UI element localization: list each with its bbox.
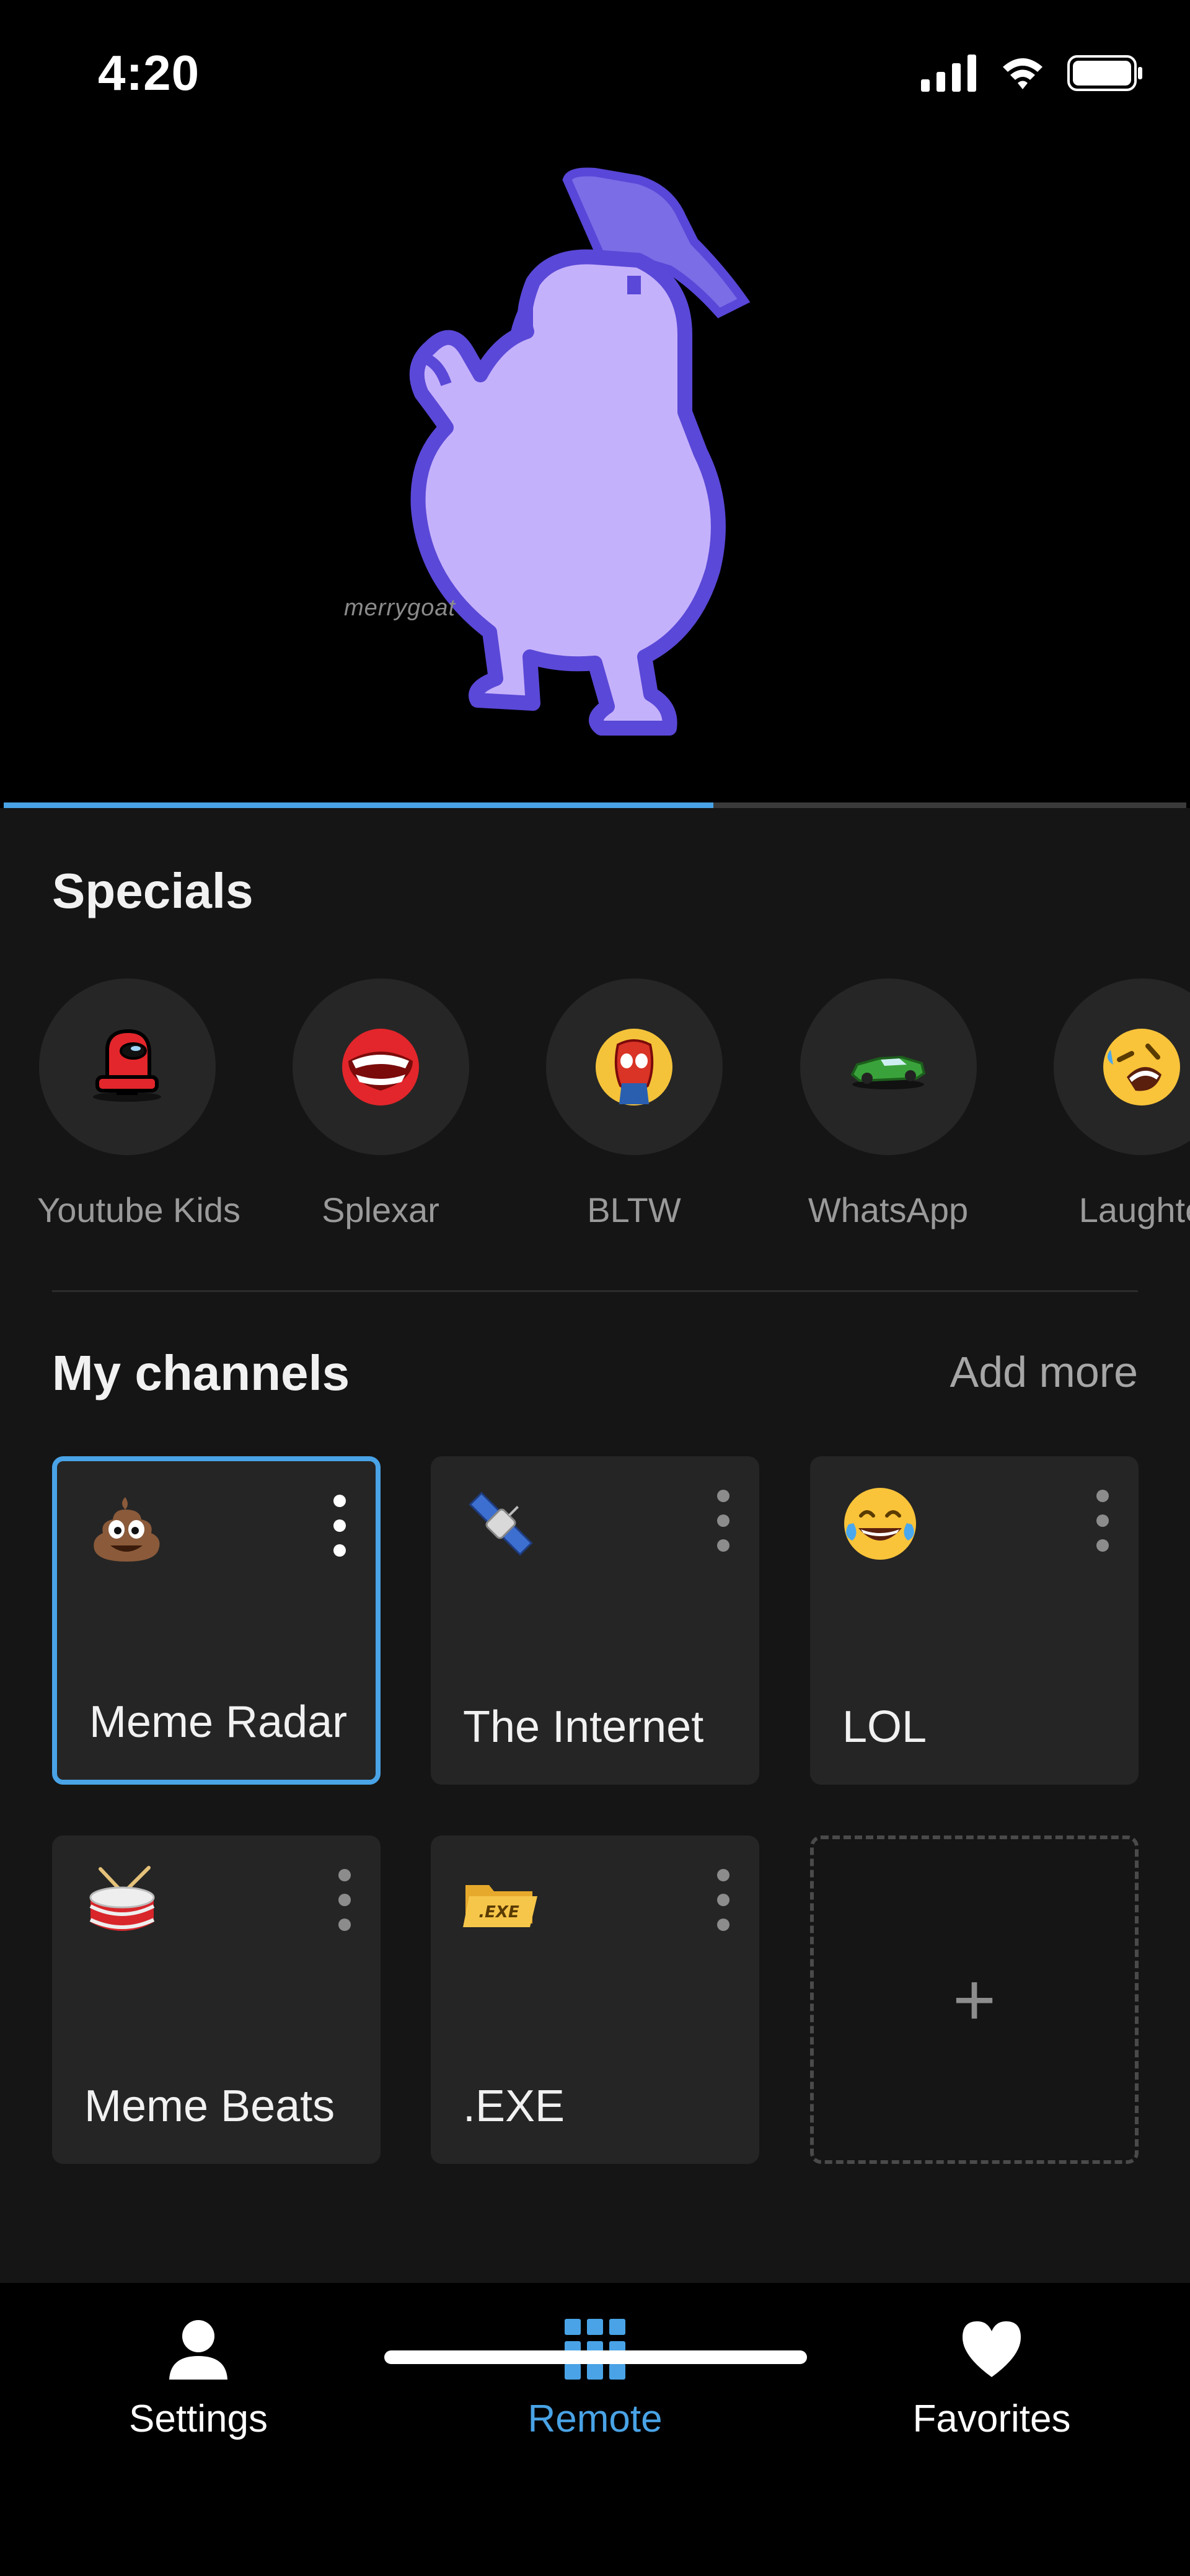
specials-title: Specials: [52, 863, 253, 918]
more-options-icon[interactable]: [333, 1495, 346, 1557]
duck-animation: [347, 161, 781, 756]
channel-card-the-internet[interactable]: The Internet: [431, 1456, 759, 1785]
mouth-teeth-icon: [342, 1028, 419, 1106]
status-time: 4:20: [98, 45, 200, 100]
app-root: 4:20 merrygoat Specials Youtube Kids Spl…: [0, 0, 1190, 2576]
heart-icon: [963, 2321, 1021, 2377]
channel-name: The Internet: [463, 1702, 704, 1752]
channel-name: Meme Radar: [89, 1697, 348, 1747]
special-bubble: [38, 978, 216, 1155]
exe-folder-icon: .EXE: [463, 1885, 537, 1927]
special-item-whatsapp[interactable]: WhatsApp: [798, 978, 978, 1230]
special-label: WhatsApp: [808, 1190, 969, 1229]
special-label: Youtube Kids: [37, 1190, 240, 1229]
channel-name: LOL: [842, 1702, 927, 1752]
more-options-icon[interactable]: [1096, 1490, 1109, 1552]
video-player[interactable]: 4:20 merrygoat: [0, 0, 1190, 802]
plus-icon: +: [952, 1958, 997, 2041]
crewmate-icon: [93, 1029, 161, 1102]
status-icons: [921, 55, 1144, 92]
my-channels-title: My channels: [52, 1345, 350, 1400]
section-divider: [52, 1290, 1138, 1292]
satellite-emoji-icon: [469, 1492, 533, 1556]
channel-card-lol[interactable]: LOL: [810, 1456, 1139, 1785]
special-label: Laughte: [1078, 1190, 1190, 1229]
poop-emoji-icon: [94, 1497, 160, 1562]
special-label: Splexar: [322, 1190, 439, 1229]
channel-name: Meme Beats: [84, 2081, 335, 2131]
special-label: BLTW: [587, 1190, 681, 1229]
person-icon: [169, 2320, 227, 2380]
wifi-icon: [1003, 58, 1042, 89]
add-channel-button[interactable]: +: [810, 1835, 1139, 2164]
home-indicator[interactable]: [384, 2350, 807, 2364]
tab-label: Settings: [128, 2398, 268, 2440]
tab-remote[interactable]: Remote: [465, 2315, 725, 2441]
special-item-bltw[interactable]: BLTW: [544, 978, 724, 1230]
tab-settings[interactable]: Settings: [68, 2315, 328, 2441]
content-panel: Specials Youtube Kids Splexar BLTW Whats…: [0, 808, 1190, 2283]
channel-name: .EXE: [463, 2081, 565, 2131]
channel-card-exe[interactable]: .EXE .EXE: [431, 1835, 759, 2164]
more-options-icon[interactable]: [338, 1869, 351, 1931]
special-item-youtube-kids[interactable]: Youtube Kids: [37, 978, 240, 1230]
more-options-icon[interactable]: [717, 1869, 729, 1931]
special-item-splexar[interactable]: Splexar: [291, 978, 470, 1230]
bottom-tab-bar: Settings Remote Favorites: [0, 2283, 1190, 2576]
special-bubble: [292, 978, 469, 1155]
add-more-link[interactable]: Add more: [950, 1347, 1138, 1397]
watermark: merrygoat: [344, 595, 456, 621]
spider-face-icon: [596, 1028, 672, 1106]
rolling-laugh-emoji-icon: [1103, 1028, 1180, 1106]
grid-icon: [565, 2319, 625, 2380]
channel-card-meme-beats[interactable]: Meme Beats: [52, 1835, 381, 2164]
tab-favorites[interactable]: Favorites: [862, 2315, 1122, 2441]
tears-of-joy-emoji-icon: [844, 1488, 916, 1560]
special-item-laughter[interactable]: Laughte: [1052, 978, 1190, 1230]
special-bubble: [1053, 978, 1190, 1155]
more-options-icon[interactable]: [717, 1490, 729, 1552]
video-progress-fill: [4, 802, 713, 808]
tab-label: Favorites: [912, 2398, 1071, 2440]
video-progress-bar[interactable]: [4, 802, 1186, 808]
channel-card-meme-radar[interactable]: Meme Radar: [52, 1456, 381, 1785]
tab-label: Remote: [527, 2398, 663, 2440]
special-bubble: [800, 978, 977, 1155]
signal-icon: [921, 55, 976, 92]
special-bubble: [545, 978, 723, 1155]
battery-icon: [1067, 55, 1142, 91]
drum-emoji-icon: [89, 1866, 155, 1931]
green-car-icon: [850, 1055, 926, 1089]
svg-text:.EXE: .EXE: [478, 1903, 519, 1922]
